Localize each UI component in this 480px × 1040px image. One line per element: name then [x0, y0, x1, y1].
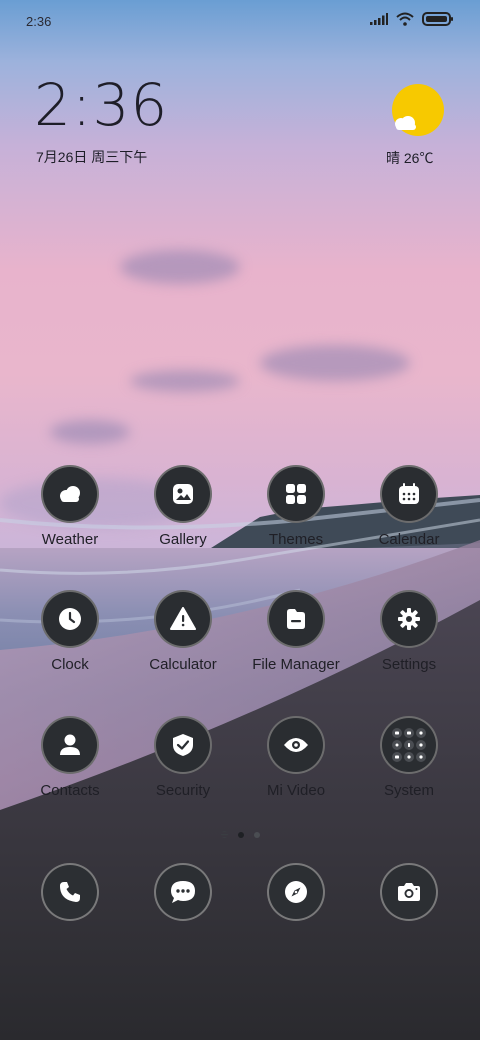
message-icon	[154, 863, 212, 921]
cloud	[130, 370, 240, 392]
app-clock[interactable]: Clock	[14, 590, 126, 673]
status-time: 2:36	[26, 14, 52, 29]
clock-widget-time[interactable]: 2:36	[34, 76, 168, 134]
gear-icon	[380, 590, 438, 648]
signal-icon	[370, 13, 388, 25]
app-label: Calculator	[149, 656, 217, 673]
folder-grid-icon	[380, 716, 438, 774]
battery-icon	[422, 12, 453, 26]
app-system-folder[interactable]: System	[353, 716, 465, 799]
contacts-icon	[41, 716, 99, 774]
gallery-icon	[154, 465, 212, 523]
app-settings[interactable]: Settings	[353, 590, 465, 673]
page-dot-active[interactable]	[237, 831, 244, 838]
cloud	[260, 345, 410, 381]
app-themes[interactable]: Themes	[240, 465, 352, 548]
folder-icon	[267, 590, 325, 648]
themes-icon	[267, 465, 325, 523]
clock-icon	[41, 590, 99, 648]
app-label: System	[383, 782, 434, 799]
app-label: Clock	[51, 656, 89, 673]
cloud	[120, 250, 240, 284]
app-mi-video[interactable]: Mi Video	[240, 716, 352, 799]
cloud	[50, 420, 130, 444]
status-icons	[370, 12, 454, 26]
weather-icon	[41, 465, 99, 523]
sun-cloud-icon	[395, 116, 416, 130]
app-security[interactable]: Security	[127, 716, 239, 799]
phone-icon	[41, 863, 99, 921]
calculator-icon	[154, 590, 212, 648]
app-label: Mi Video	[266, 782, 326, 799]
dock-phone[interactable]	[14, 863, 126, 921]
wifi-icon	[396, 12, 414, 26]
calendar-icon	[380, 465, 438, 523]
app-contacts[interactable]: Contacts	[14, 716, 126, 799]
app-calculator[interactable]: Calculator	[127, 590, 239, 673]
dock-browser[interactable]	[240, 863, 352, 921]
browser-icon	[267, 863, 325, 921]
app-label: Security	[155, 782, 211, 799]
status-bar: 2:36	[0, 0, 480, 42]
dock-messages[interactable]	[127, 863, 239, 921]
clock-widget-date: 7月26日 周三下午	[36, 149, 148, 165]
app-label: Themes	[268, 531, 324, 548]
app-label: Weather	[41, 531, 99, 548]
app-gallery[interactable]: Gallery	[127, 465, 239, 548]
shield-icon	[154, 716, 212, 774]
app-weather[interactable]: Weather	[14, 465, 126, 548]
page-dot[interactable]	[253, 831, 260, 838]
app-label: Gallery	[159, 531, 207, 548]
app-label: File Manager	[252, 656, 340, 673]
app-file-manager[interactable]: File Manager	[240, 590, 352, 673]
page-indicator-list-icon[interactable]	[220, 831, 228, 838]
app-label: Contacts	[40, 782, 100, 799]
app-label: Settings	[381, 656, 437, 673]
app-label: Calendar	[378, 531, 440, 548]
weather-widget-text[interactable]: 晴 26℃	[386, 148, 433, 168]
camera-icon	[380, 863, 438, 921]
page-indicator	[0, 831, 480, 838]
app-calendar[interactable]: Calendar	[353, 465, 465, 548]
eye-icon	[267, 716, 325, 774]
dock-camera[interactable]	[353, 863, 465, 921]
